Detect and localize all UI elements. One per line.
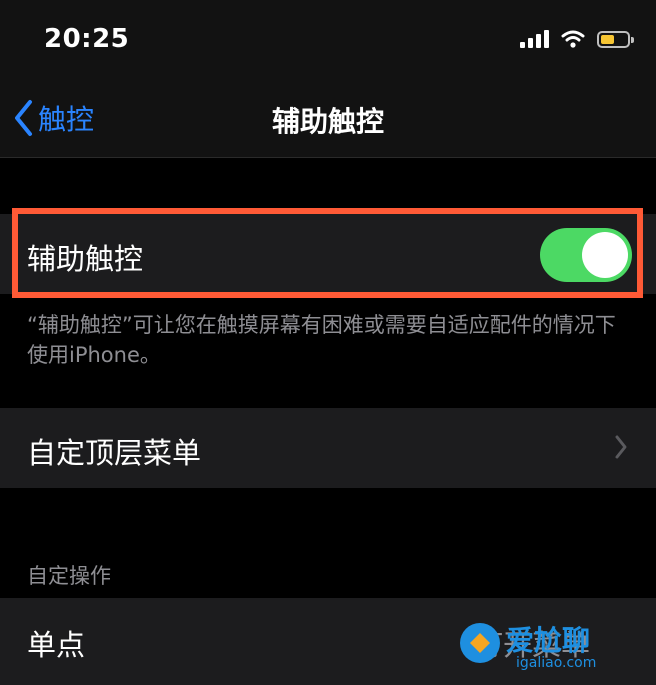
single-tap-label: 单点 xyxy=(27,628,86,662)
status-time: 20:25 xyxy=(44,24,130,54)
chevron-right-icon xyxy=(615,435,627,459)
custom-actions-header: 自定操作 xyxy=(27,564,111,588)
customize-top-menu-label: 自定顶层菜单 xyxy=(27,436,202,470)
highlight-annotation xyxy=(12,208,643,298)
status-icons xyxy=(520,30,634,48)
watermark-logo-icon xyxy=(460,623,500,663)
assistive-touch-footnote: “辅助触控”可让您在触摸屏幕有困难或需要自适应配件的情况下使用iPhone。 xyxy=(27,313,616,367)
battery-charging-icon xyxy=(597,30,634,48)
cellular-signal-icon xyxy=(520,30,549,48)
navigation-bar: 触控 辅助触控 xyxy=(0,82,656,158)
battery-level xyxy=(601,34,614,44)
status-bar: 20:25 xyxy=(0,0,656,82)
watermark-url: igaliao.com xyxy=(516,655,597,671)
customize-top-menu-row[interactable]: 自定顶层菜单 xyxy=(0,408,656,488)
wifi-icon xyxy=(561,30,585,48)
watermark: 爱尬聊 igaliao.com xyxy=(458,617,648,677)
watermark-text: 爱尬聊 xyxy=(506,624,591,657)
page-title: 辅助触控 xyxy=(271,105,384,138)
